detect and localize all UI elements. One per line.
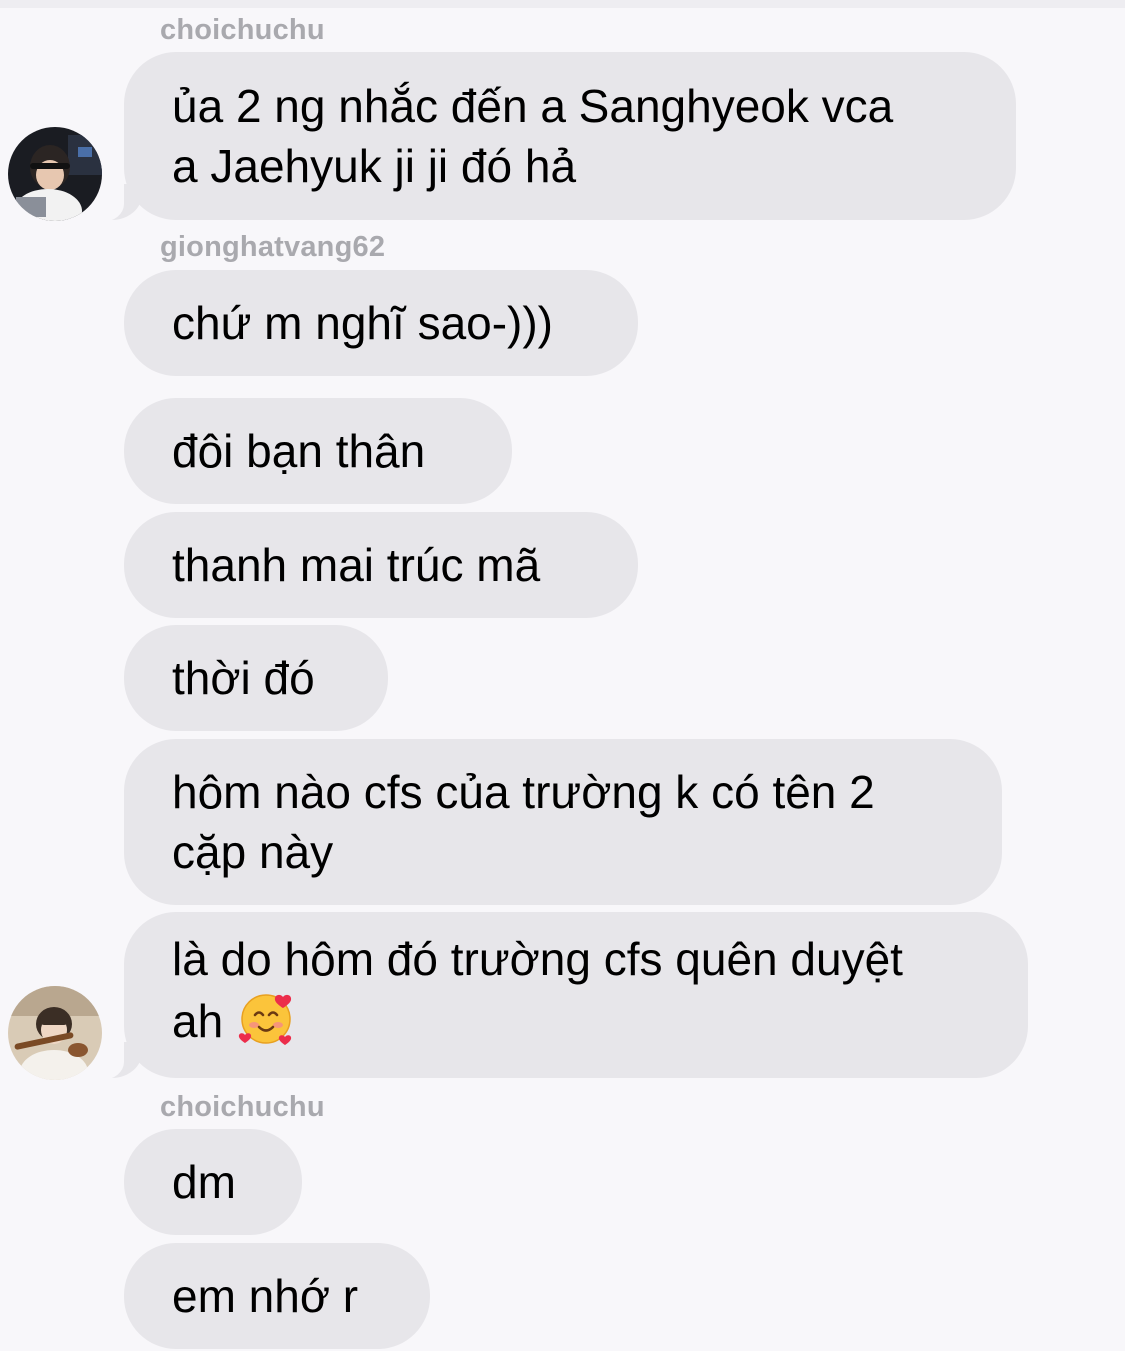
message-bubble[interactable]: em nhớ r	[124, 1243, 430, 1349]
message-bubble[interactable]: là do hôm đó trường cfs quên duyệt ah	[90, 912, 1028, 1080]
top-divider	[0, 0, 1125, 8]
sender-name: choichuchu	[160, 1091, 325, 1123]
smiling-face-with-hearts-icon	[237, 989, 295, 1061]
message-line: hôm nào cfs của trường k có tên 2	[172, 766, 875, 818]
message-line: thời đó	[172, 652, 315, 704]
message-bubble[interactable]: đôi bạn thân	[124, 398, 512, 504]
young-man-violin-avatar-icon[interactable]	[8, 986, 102, 1080]
message-line: cặp này	[172, 826, 334, 878]
sender-name: choichuchu	[160, 14, 325, 46]
message-line: a Jaehyuk ji ji đó hả	[172, 140, 577, 192]
sender-name: gionghatvang62	[160, 231, 386, 263]
message-line: ah	[172, 995, 224, 1048]
message-line: ủa 2 ng nhắc đến a Sanghyeok vca	[172, 80, 894, 132]
message-line: đôi bạn thân	[172, 425, 426, 477]
message-line: dm	[172, 1156, 236, 1208]
message-bubble[interactable]: thanh mai trúc mã	[124, 512, 638, 618]
message-line: là do hôm đó trường cfs quên duyệt	[172, 933, 903, 985]
headset-gamer-avatar-icon[interactable]	[8, 127, 102, 221]
message-bubble[interactable]: dm	[124, 1129, 302, 1235]
message-line: chứ m nghĩ sao-)))	[172, 297, 554, 349]
message-line: em nhớ r	[172, 1270, 359, 1322]
message-bubble[interactable]: chứ m nghĩ sao-)))	[124, 270, 638, 376]
message-bubble[interactable]: ủa 2 ng nhắc đến a Sanghyeok vca a Jaehy…	[90, 52, 1016, 222]
message-bubble[interactable]: hôm nào cfs của trường k có tên 2 cặp nà…	[124, 739, 1002, 905]
message-bubble[interactable]: thời đó	[124, 625, 388, 731]
message-line: thanh mai trúc mã	[172, 539, 541, 591]
